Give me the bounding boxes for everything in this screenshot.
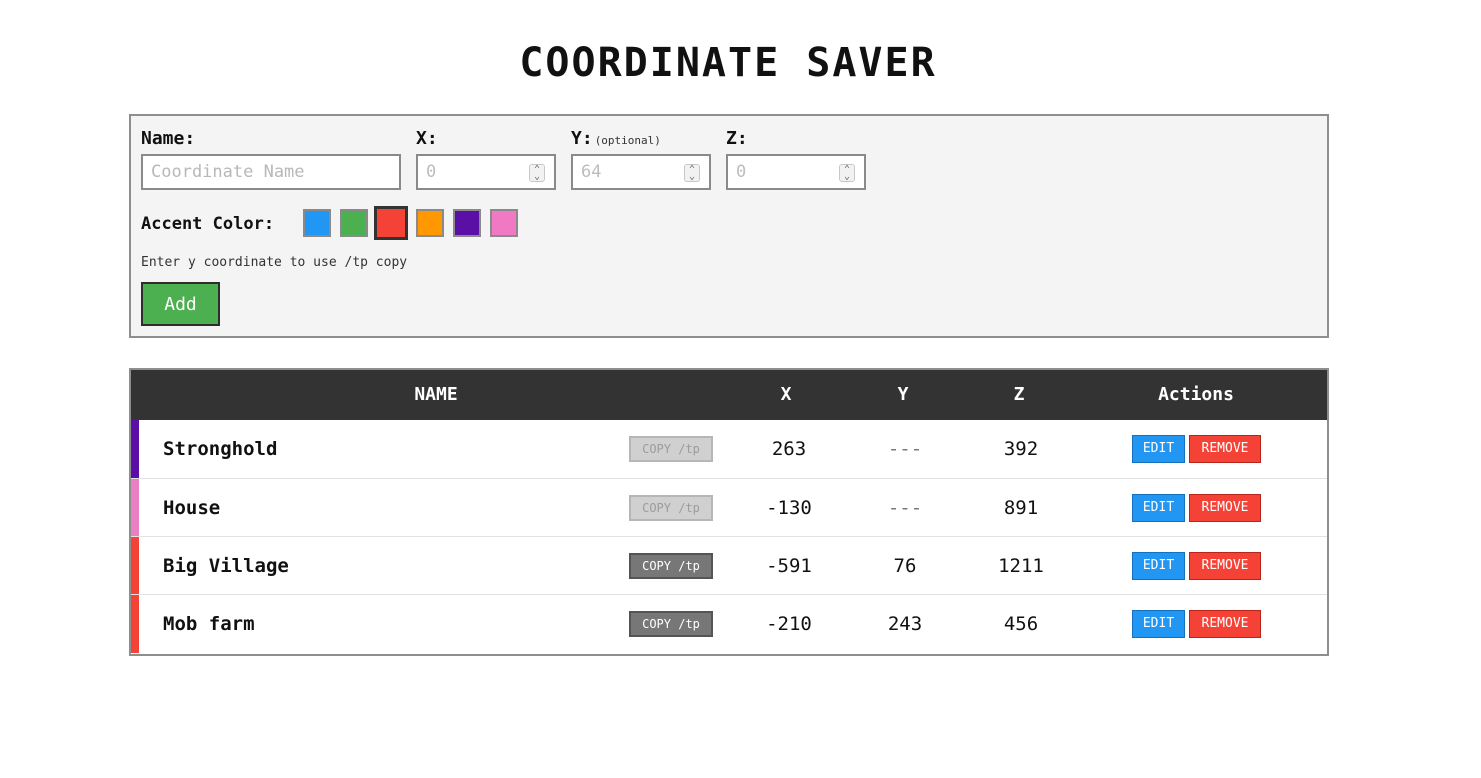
accent-swatch[interactable] bbox=[416, 209, 444, 237]
accent-swatch[interactable] bbox=[340, 209, 368, 237]
row-y: --- bbox=[887, 438, 923, 460]
row-y: 76 bbox=[893, 555, 917, 577]
row-x: -130 bbox=[766, 497, 812, 519]
header-x: X bbox=[780, 384, 792, 405]
row-name: Big Village bbox=[163, 555, 289, 577]
row-accent-stripe bbox=[131, 420, 139, 478]
page-title: COORDINATE SAVER bbox=[519, 40, 937, 86]
add-button[interactable]: Add bbox=[141, 282, 220, 326]
copy-tp-button[interactable]: COPY /tp bbox=[629, 436, 713, 462]
edit-button[interactable]: EDIT bbox=[1132, 610, 1185, 638]
edit-button[interactable]: EDIT bbox=[1132, 494, 1185, 522]
row-name: Mob farm bbox=[163, 613, 255, 635]
remove-button[interactable]: REMOVE bbox=[1189, 494, 1261, 522]
y-label: Y: (optional) bbox=[571, 128, 661, 149]
z-label: Z: bbox=[726, 128, 748, 149]
edit-button[interactable]: EDIT bbox=[1132, 435, 1185, 463]
row-x: -591 bbox=[766, 555, 812, 577]
row-name: Stronghold bbox=[163, 438, 278, 460]
y-optional-note: (optional) bbox=[594, 134, 661, 147]
x-stepper-icon[interactable]: ⌃ ⌄ bbox=[529, 164, 545, 182]
row-accent-stripe bbox=[131, 537, 139, 595]
name-input[interactable] bbox=[141, 154, 401, 190]
row-x: 263 bbox=[771, 438, 807, 460]
header-name: NAME bbox=[414, 384, 458, 405]
header-y: Y bbox=[897, 384, 909, 405]
row-y: --- bbox=[887, 497, 923, 519]
remove-button[interactable]: REMOVE bbox=[1189, 435, 1261, 463]
table-row: Big Village COPY /tp -591 76 1211 EDIT REMOVE bbox=[131, 536, 1327, 595]
y-stepper-icon[interactable]: ⌃ ⌄ bbox=[684, 164, 700, 182]
accent-swatch[interactable] bbox=[374, 206, 408, 240]
row-z: 1211 bbox=[998, 555, 1044, 577]
copy-tp-button[interactable]: COPY /tp bbox=[629, 495, 713, 521]
remove-button[interactable]: REMOVE bbox=[1189, 610, 1261, 638]
edit-button[interactable]: EDIT bbox=[1132, 552, 1185, 580]
row-accent-stripe bbox=[131, 595, 139, 653]
z-stepper-icon[interactable]: ⌃ ⌄ bbox=[839, 164, 855, 182]
add-coordinate-form: Name: X: Y:(optional) Z: ⌃⌄ ⌃⌄ ⌃⌄ Accent… bbox=[129, 114, 1329, 338]
remove-button[interactable]: REMOVE bbox=[1189, 552, 1261, 580]
header-actions: Actions bbox=[1158, 384, 1234, 405]
row-z: 456 bbox=[1003, 613, 1039, 635]
row-z: 392 bbox=[1003, 438, 1039, 460]
table-row: Stronghold COPY /tp 263 --- 392 EDIT REMOVE bbox=[131, 420, 1327, 478]
header-z: Z bbox=[1013, 384, 1025, 405]
table-row: Mob farm COPY /tp -210 243 456 EDIT REMOVE bbox=[131, 594, 1327, 653]
coordinates-table: NAME X Y Z Actions Stronghold COPY /tp 263… bbox=[129, 368, 1329, 656]
hint-text: Enter y coordinate to use /tp copy bbox=[141, 255, 408, 270]
name-label: Name: bbox=[141, 128, 196, 149]
accent-color-label: Accent Color: bbox=[141, 214, 275, 234]
copy-tp-button[interactable]: COPY /tp bbox=[629, 553, 713, 579]
accent-swatch[interactable] bbox=[453, 209, 481, 237]
accent-swatch[interactable] bbox=[490, 209, 518, 237]
table-header: NAME X Y Z Actions bbox=[131, 370, 1327, 420]
row-name: House bbox=[163, 497, 221, 519]
copy-tp-button[interactable]: COPY /tp bbox=[629, 611, 713, 637]
row-z: 891 bbox=[1003, 497, 1039, 519]
table-row: House COPY /tp -130 --- 891 EDIT REMOVE bbox=[131, 478, 1327, 537]
accent-swatch[interactable] bbox=[303, 209, 331, 237]
row-x: -210 bbox=[766, 613, 812, 635]
row-accent-stripe bbox=[131, 479, 139, 537]
x-label: X: bbox=[416, 128, 438, 149]
row-y: 243 bbox=[887, 613, 923, 635]
